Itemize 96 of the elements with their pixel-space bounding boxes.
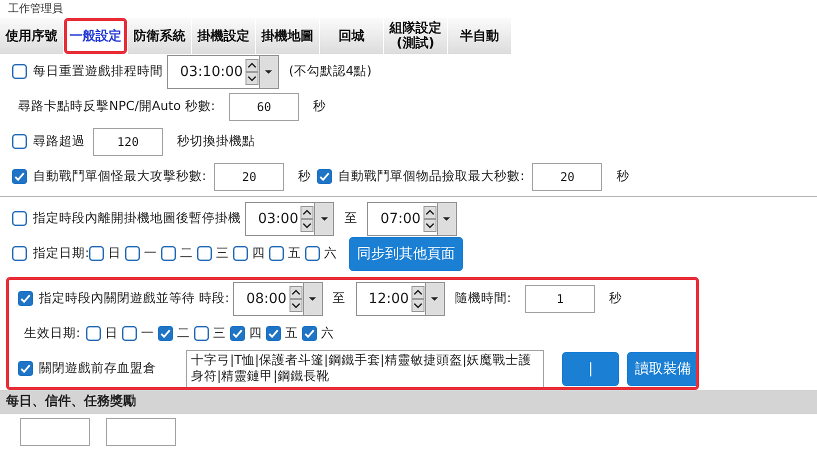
- input-field[interactable]: 60: [229, 92, 300, 120]
- caret-icon[interactable]: [264, 68, 274, 74]
- time-spinner[interactable]: 03:00: [245, 202, 334, 236]
- item-list-field[interactable]: 十字弓|T恤|保護者斗篷|鋼鐵手套|精靈敏捷頭盔|妖魔戰士護身符|精靈鏈甲|鋼鐵長靴: [186, 350, 544, 388]
- spin-up-icon[interactable]: [300, 206, 314, 218]
- day-label: 五: [288, 245, 302, 262]
- section-header: 每日、信件、任務獎勵: [0, 390, 817, 414]
- day-label: 二: [177, 325, 190, 342]
- field-label: 隨機時間:: [454, 290, 512, 307]
- checkbox[interactable]: [125, 246, 140, 261]
- field-label: (不勾默認4點): [288, 63, 373, 80]
- input-field[interactable]: 1: [525, 284, 596, 312]
- tab[interactable]: 使用序號: [0, 18, 64, 54]
- checkbox-label: 指定日期:: [33, 245, 90, 262]
- field-label: 尋路卡點時反擊NPC/開Auto 秒數:: [17, 98, 216, 115]
- field-label: 秒: [312, 98, 328, 115]
- checkbox[interactable]: [12, 246, 27, 261]
- checkbox-label: 每日重置遊戲排程時間: [33, 63, 163, 80]
- time-spinner[interactable]: 08:00: [233, 282, 323, 316]
- input-field[interactable]: [106, 418, 176, 446]
- checkbox[interactable]: [12, 134, 27, 149]
- day-label: 二: [180, 245, 194, 262]
- tab[interactable]: 回城: [320, 18, 384, 54]
- checkbox-label: 關閉遊戲前存血盟倉: [39, 360, 156, 377]
- spin-down-icon[interactable]: [422, 218, 437, 232]
- tab[interactable]: 半自動: [448, 18, 512, 54]
- day-label: 五: [285, 325, 298, 342]
- spin-up-icon[interactable]: [410, 286, 425, 298]
- day-label: 六: [321, 325, 334, 342]
- day-label: 一: [141, 325, 154, 342]
- checkbox-label: 尋路超過: [33, 133, 85, 150]
- spin-down-icon[interactable]: [410, 298, 425, 312]
- checkbox[interactable]: [317, 169, 332, 184]
- field-label: 秒切換掛機點: [176, 133, 256, 150]
- caret-icon[interactable]: [320, 216, 329, 222]
- checkbox[interactable]: [86, 326, 102, 341]
- caret-icon[interactable]: [430, 296, 440, 302]
- day-label: 六: [324, 245, 338, 262]
- action-button[interactable]: 同步到其他頁面: [349, 236, 464, 270]
- checkbox[interactable]: [230, 326, 246, 341]
- checkbox[interactable]: [197, 246, 212, 261]
- input-field[interactable]: 20: [532, 162, 602, 190]
- field-label: 生效日期:: [23, 325, 82, 342]
- checkbox[interactable]: [266, 326, 282, 341]
- checkbox-label: 指定時段內離開掛機地圖後暫停掛機: [33, 210, 241, 227]
- checkbox-label: 指定時段內關閉遊戲並等待 時段:: [39, 290, 230, 307]
- checkbox-label: 自動戰鬥單個怪最大攻擊秒數:: [33, 168, 206, 185]
- day-label: 三: [216, 245, 230, 262]
- caret-icon[interactable]: [442, 216, 452, 222]
- time-spinner[interactable]: 12:00: [356, 282, 445, 316]
- spin-up-icon[interactable]: [244, 58, 259, 72]
- spin-down-icon[interactable]: [300, 218, 314, 232]
- spin-down-icon[interactable]: [288, 298, 303, 312]
- input-field[interactable]: 120: [93, 128, 163, 156]
- checkbox[interactable]: [158, 326, 174, 341]
- checkbox[interactable]: [161, 246, 176, 261]
- day-label: 四: [252, 245, 266, 262]
- field-label: 秒: [608, 290, 624, 307]
- checkbox[interactable]: [233, 246, 248, 261]
- divider-button[interactable]: |: [562, 352, 619, 386]
- tab[interactable]: 防衛系統: [128, 18, 192, 54]
- time-spinner[interactable]: 03:10:00: [167, 54, 279, 88]
- field-label: 至: [332, 290, 347, 307]
- checkbox[interactable]: [302, 326, 318, 341]
- input-field[interactable]: [20, 418, 90, 446]
- window-title: 工作管理員: [7, 1, 64, 17]
- checkbox[interactable]: [269, 246, 284, 261]
- checkbox[interactable]: [194, 326, 210, 341]
- spin-up-icon[interactable]: [422, 206, 437, 218]
- time-spinner[interactable]: 07:00: [367, 202, 457, 236]
- field-label: 秒: [615, 168, 630, 185]
- checkbox[interactable]: [12, 169, 27, 184]
- tab[interactable]: 一般設定: [64, 18, 128, 54]
- day-label: 一: [144, 245, 158, 262]
- day-label: 三: [213, 325, 226, 342]
- day-label: 日: [105, 325, 118, 342]
- action-button[interactable]: 讀取裝備: [627, 352, 699, 386]
- spin-up-icon[interactable]: [288, 286, 303, 298]
- spin-down-icon[interactable]: [244, 72, 259, 84]
- checkbox-label: 自動戰鬥單個物品撿取最大秒數:: [338, 168, 524, 185]
- checkbox[interactable]: [305, 246, 320, 261]
- checkbox[interactable]: [89, 246, 104, 261]
- day-label: 日: [108, 245, 122, 262]
- field-label: 秒: [297, 168, 312, 185]
- checkbox[interactable]: [18, 361, 33, 376]
- tab[interactable]: 掛機設定: [192, 18, 256, 54]
- field-label: 至: [343, 210, 358, 227]
- input-field[interactable]: 20: [214, 162, 284, 190]
- checkbox[interactable]: [12, 211, 27, 226]
- tab[interactable]: 掛機地圖: [256, 18, 320, 54]
- day-label: 四: [249, 325, 262, 342]
- checkbox[interactable]: [12, 64, 27, 79]
- checkbox[interactable]: [122, 326, 138, 341]
- tab[interactable]: 組隊設定 (測試): [384, 18, 448, 54]
- caret-icon[interactable]: [308, 296, 318, 302]
- checkbox[interactable]: [18, 291, 33, 306]
